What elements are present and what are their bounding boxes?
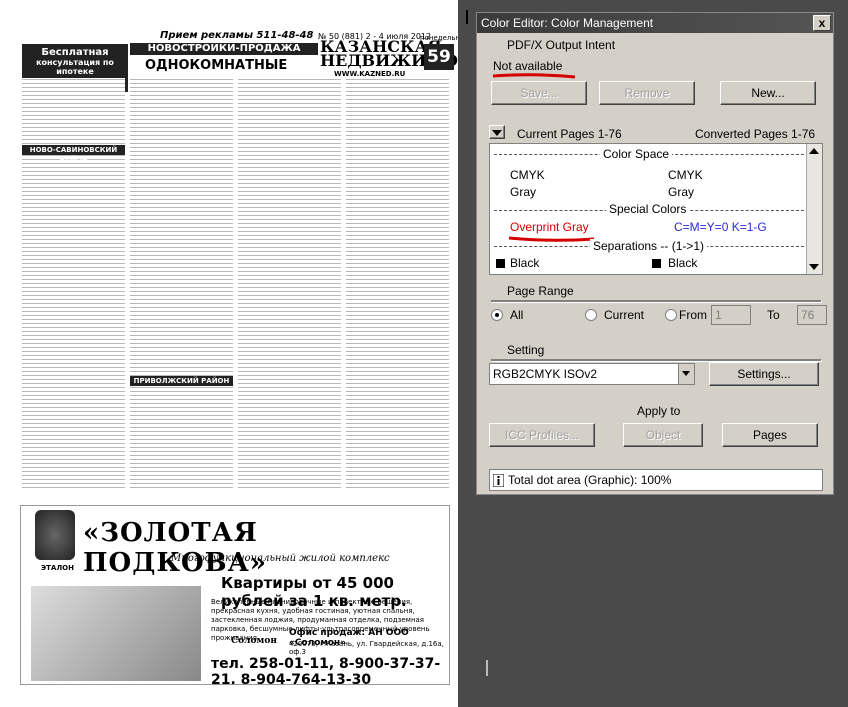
close-button[interactable]: x (813, 15, 831, 31)
ad-subtitle: Многофункциональный жилой комплекс (171, 553, 390, 564)
scroll-up-icon[interactable] (809, 148, 819, 154)
setting-value: RGB2CMYK ISOv2 (493, 367, 598, 381)
ad-brand: ЭТАЛОН (41, 564, 74, 572)
newspaper-page: Прием рекламы 511-48-48 Бесплатная консу… (0, 0, 458, 707)
left-space-gray[interactable]: Gray (510, 185, 536, 199)
sep-right[interactable]: Black (668, 256, 697, 270)
sep-left[interactable]: Black (510, 256, 539, 270)
scroll-down-icon[interactable] (809, 264, 819, 270)
color-editor-dialog: Color Editor: Color Management x PDF/X O… (476, 12, 834, 495)
section-band: НОВОСТРОЙКИ-ПРОДАЖА (130, 43, 318, 55)
to-field[interactable]: 76 (797, 305, 827, 325)
remove-button[interactable]: Remove (599, 81, 695, 105)
to-label: To (767, 308, 780, 322)
range-current-label[interactable]: Current (604, 308, 644, 322)
building-image (31, 586, 201, 681)
right-space[interactable]: CMYK (668, 168, 703, 182)
right-space-gray[interactable]: Gray (668, 185, 694, 199)
black-swatch (652, 259, 661, 268)
ads-phone: Прием рекламы 511-48-48 (160, 30, 314, 41)
status-text: Total dot area (Graphic): 100% (508, 473, 672, 487)
dropdown-button[interactable] (678, 364, 694, 384)
brand-logo (35, 510, 75, 560)
special-right[interactable]: C=M=Y=0 K=1-G (674, 220, 767, 234)
left-space[interactable]: CMYK (510, 168, 545, 182)
consult-line2: консультация по ипотеке (36, 58, 114, 76)
pdfx-value: Not available (493, 59, 563, 73)
status-bar: Total dot area (Graphic): 100% (489, 469, 823, 491)
red-underline (508, 236, 595, 242)
color-mapping-list[interactable]: Color Space CMYK Gray CMYK Gray Special … (489, 143, 823, 275)
range-from-radio[interactable] (665, 309, 677, 321)
text-column (346, 78, 449, 488)
day-of-week: понедельник (420, 34, 458, 42)
section-head: ПРИВОЛЖСКИЙ РАЙОН (130, 376, 233, 386)
text-cursor-icon (486, 660, 488, 676)
title-bar[interactable]: Color Editor: Color Management x (477, 13, 833, 33)
info-icon (493, 474, 504, 487)
dialog-title: Color Editor: Color Management (481, 16, 654, 30)
setting-select[interactable]: RGB2CMYK ISOv2 (489, 363, 695, 385)
setting-label: Setting (507, 343, 545, 357)
icc-profiles-button[interactable]: ICC Profiles... (489, 423, 595, 447)
website: WWW.KAZNED.RU (334, 70, 406, 78)
chevron-down-icon (682, 371, 690, 376)
separations-header: Separations -- (1->1) (590, 239, 708, 253)
color-space-header: Color Space (600, 147, 673, 161)
group-line (491, 300, 821, 302)
range-from-label[interactable]: From (679, 308, 707, 322)
group-line (491, 359, 821, 361)
range-all-label[interactable]: All (510, 308, 523, 322)
ad-address: 420073, г.Казань, ул. Гвардейская, д.16а… (289, 640, 444, 656)
pdfx-label: PDF/X Output Intent (507, 38, 616, 52)
section-head: НОВО-САВИНОВСКИЙ РАЙОН (22, 145, 125, 164)
advertisement: ЭТАЛОН «ЗОЛОТАЯ ПОДКОВА» Многофункционал… (20, 505, 450, 685)
range-current-radio[interactable] (585, 309, 597, 321)
vertical-scrollbar[interactable] (806, 144, 822, 274)
page-range-label: Page Range (507, 284, 574, 298)
text-column (238, 78, 341, 488)
newspaper-logo: КАЗАНСКАЯ НЕДВИЖИМОСТЬ (320, 37, 458, 70)
text-cursor-icon (466, 10, 468, 24)
from-field[interactable]: 1 (711, 305, 751, 325)
solomon-logo: Соломон (231, 636, 277, 646)
current-pages-label: Current Pages 1-76 (517, 127, 622, 141)
pages-button[interactable]: Pages (722, 423, 818, 447)
ad-title: «ЗОЛОТАЯ ПОДКОВА» (83, 518, 268, 578)
new-button[interactable]: New... (720, 81, 816, 105)
save-button[interactable]: Save... (491, 81, 587, 105)
black-swatch (496, 259, 505, 268)
collapse-button[interactable] (489, 125, 505, 139)
object-button[interactable]: Object (623, 423, 703, 447)
triangle-down-icon (492, 130, 502, 136)
settings-button[interactable]: Settings... (709, 362, 819, 386)
text-column (130, 78, 233, 488)
consult-line1: Бесплатная (41, 47, 109, 58)
page-number: 59 (424, 44, 454, 70)
converted-pages-label: Converted Pages 1-76 (695, 127, 816, 141)
special-left[interactable]: Overprint Gray (510, 220, 589, 234)
rooms-heading: ОДНОКОМНАТНЫЕ (145, 58, 288, 73)
apply-to-label: Apply to (637, 404, 681, 418)
ad-phones: тел. 258-01-11, 8-900-37-37-21, 8-904-76… (211, 656, 441, 685)
special-colors-header: Special Colors (606, 202, 690, 216)
red-underline (492, 73, 576, 79)
text-column (22, 78, 125, 488)
range-all-radio[interactable] (491, 309, 503, 321)
